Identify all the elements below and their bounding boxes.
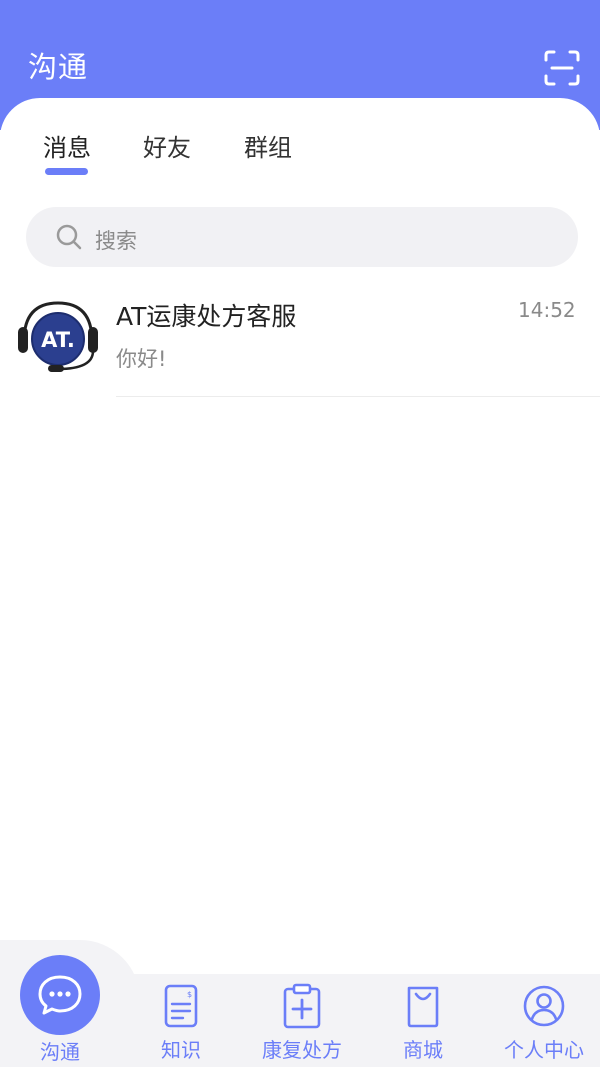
nav-label-profile: 个人中心 xyxy=(504,1038,584,1062)
avatar-logo-text: AT. xyxy=(41,328,75,352)
conversation-last-message: 你好! xyxy=(116,347,167,371)
conversation-name: AT运康处方客服 xyxy=(116,302,297,331)
chat-bubble-icon xyxy=(38,975,82,1015)
nav-item-profile[interactable]: 个人中心 xyxy=(494,982,594,1063)
clipboard-plus-icon xyxy=(283,983,321,1029)
tab-messages[interactable]: 消息 xyxy=(43,128,91,163)
shopping-bag-icon xyxy=(407,986,439,1028)
nav-item-chat[interactable]: 沟通 xyxy=(20,1036,100,1065)
search-placeholder: 搜索 xyxy=(95,229,137,253)
search-icon xyxy=(55,223,83,251)
conversation-time: 14:52 xyxy=(518,298,576,322)
nav-chat-button[interactable] xyxy=(20,955,100,1035)
nav-label-knowledge: 知识 xyxy=(161,1038,201,1062)
page-title: 沟通 xyxy=(28,50,89,84)
active-tab-indicator xyxy=(45,168,88,175)
tab-groups[interactable]: 群组 xyxy=(244,128,292,163)
nav-label-mall: 商城 xyxy=(403,1038,443,1062)
svg-text:$: $ xyxy=(187,990,192,999)
nav-item-prescription[interactable]: 康复处方 xyxy=(252,982,352,1063)
nav-item-knowledge[interactable]: $ 知识 xyxy=(141,982,221,1063)
nav-label-prescription: 康复处方 xyxy=(262,1038,342,1062)
tab-friends[interactable]: 好友 xyxy=(143,128,191,163)
nav-label-chat: 沟通 xyxy=(40,1040,80,1064)
avatar: AT. xyxy=(16,297,100,377)
scan-icon[interactable] xyxy=(542,48,582,88)
user-icon xyxy=(523,985,565,1027)
list-divider xyxy=(116,396,600,397)
nav-item-mall[interactable]: 商城 xyxy=(383,982,463,1063)
document-icon: $ xyxy=(164,984,198,1028)
